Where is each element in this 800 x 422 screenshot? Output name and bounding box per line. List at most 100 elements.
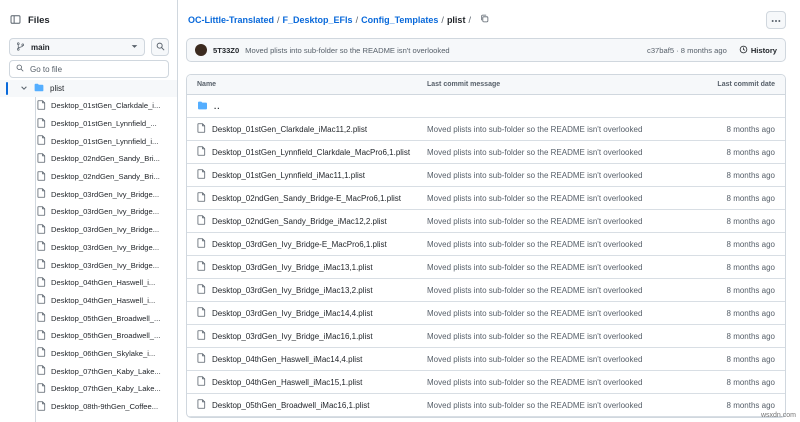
- tree-file-item[interactable]: Desktop_07thGen_Kaby_Lake...: [0, 362, 177, 380]
- commit-date: 8 months ago: [726, 193, 775, 203]
- tree-file-label: Desktop_05thGen_Broadwell_...: [51, 331, 161, 341]
- file-name-link[interactable]: Desktop_01stGen_Lynnfield_Clarkdale_MacP…: [212, 148, 410, 157]
- commit-meta[interactable]: c37baf5 · 8 months ago: [647, 46, 727, 55]
- file-name-link[interactable]: Desktop_03rdGen_Ivy_Bridge_iMac14,4.plis…: [212, 309, 373, 318]
- file-icon: [37, 294, 46, 306]
- breadcrumb-separator: /: [277, 14, 280, 25]
- commit-message-link[interactable]: Moved plists into sub-folder so the READ…: [427, 125, 677, 134]
- avatar[interactable]: [195, 44, 207, 56]
- file-name-link[interactable]: Desktop_02ndGen_Sandy_Bridge_iMac12,2.pl…: [212, 217, 387, 226]
- main-content: OC-Little-Translated / F_Desktop_EFIs / …: [186, 0, 800, 422]
- latest-commit-bar: 5T33Z0 Moved plists into sub-folder so t…: [186, 38, 786, 62]
- table-row[interactable]: Desktop_03rdGen_Ivy_Bridge_iMac13,1.plis…: [187, 256, 785, 279]
- breadcrumb-separator: /: [355, 14, 359, 25]
- tree-file-item[interactable]: Desktop_02ndGen_Sandy_Bri...: [0, 168, 177, 186]
- file-name-link[interactable]: Desktop_05thGen_Broadwell_iMac16,1.plist: [212, 401, 369, 410]
- file-name-link[interactable]: Desktop_03rdGen_Ivy_Bridge_iMac16,1.plis…: [212, 332, 373, 341]
- tree-file-item[interactable]: Desktop_06thGen_Skylake_i...: [0, 345, 177, 363]
- file-icon: [37, 400, 46, 413]
- git-branch-icon: [16, 41, 25, 53]
- tree-folder-plist[interactable]: plist: [0, 80, 177, 97]
- table-row[interactable]: Desktop_05thGen_Broadwell_iMac16,1.plist…: [187, 394, 785, 417]
- tree-file-item[interactable]: Desktop_01stGen_Lynnfield_...: [0, 115, 177, 133]
- tree-file-item[interactable]: Desktop_05thGen_Broadwell_...: [0, 327, 177, 345]
- commit-message-link[interactable]: Moved plists into sub-folder so the READ…: [427, 240, 677, 249]
- chevron-down-icon[interactable]: [20, 84, 28, 94]
- tree-file-item[interactable]: Desktop_01stGen_Lynnfield_i...: [0, 132, 177, 150]
- go-to-file-input[interactable]: Go to file: [9, 60, 169, 78]
- file-name-cell: Desktop_03rdGen_Ivy_Bridge_iMac13,2.plis…: [187, 284, 427, 296]
- sidebar-toggle-icon[interactable]: [10, 14, 21, 27]
- search-button[interactable]: [151, 38, 169, 56]
- folder-icon: [197, 101, 208, 112]
- table-row[interactable]: Desktop_03rdGen_Ivy_Bridge_iMac14,4.plis…: [187, 302, 785, 325]
- commit-message-link[interactable]: Moved plists into sub-folder so the READ…: [427, 401, 677, 410]
- file-name-link[interactable]: Desktop_03rdGen_Ivy_Bridge_iMac13,1.plis…: [212, 263, 373, 272]
- file-icon: [37, 241, 46, 253]
- file-name-link[interactable]: Desktop_02ndGen_Sandy_Bridge-E_MacPro6,1…: [212, 194, 401, 203]
- tree-file-item[interactable]: Desktop_03rdGen_Ivy_Bridge...: [0, 203, 177, 221]
- more-options-button[interactable]: [766, 11, 786, 29]
- table-row[interactable]: Desktop_04thGen_Haswell_iMac14,4.plist Mo…: [187, 348, 785, 371]
- commit-message-link[interactable]: Moved plists into sub-folder so the READ…: [427, 217, 677, 226]
- tree-file-label: Desktop_05thGen_Broadwell_...: [51, 313, 161, 323]
- branch-selector[interactable]: main: [9, 38, 145, 56]
- tree-file-item[interactable]: Desktop_03rdGen_Ivy_Bridge...: [0, 185, 177, 203]
- commit-author[interactable]: 5T33Z0: [213, 46, 239, 55]
- file-name-link[interactable]: Desktop_01stGen_Clarkdale_iMac11,2.plist: [212, 125, 367, 134]
- commit-message-link[interactable]: Moved plists into sub-folder so the READ…: [427, 378, 677, 387]
- tree-file-item[interactable]: Desktop_03rdGen_Ivy_Bridge...: [0, 239, 177, 257]
- commit-message-link[interactable]: Moved plists into sub-folder so the READ…: [427, 194, 677, 203]
- tree-file-item[interactable]: Desktop_08th-9thGen_Coffee...: [0, 398, 177, 416]
- commit-message-link[interactable]: Moved plists into sub-folder so the READ…: [427, 355, 677, 364]
- table-row[interactable]: Desktop_01stGen_Lynnfield_Clarkdale_MacP…: [187, 141, 785, 164]
- table-row[interactable]: Desktop_02ndGen_Sandy_Bridge_iMac12,2.pl…: [187, 210, 785, 233]
- table-row[interactable]: Desktop_01stGen_Clarkdale_iMac11,2.plist…: [187, 118, 785, 141]
- file-name-link[interactable]: Desktop_04thGen_Haswell_iMac15,1.plist: [212, 378, 362, 387]
- copy-icon[interactable]: [480, 14, 489, 25]
- tree-file-item[interactable]: Desktop_01stGen_Clarkdale_i...: [0, 97, 177, 115]
- header-message: Last commit message: [427, 81, 501, 88]
- file-icon: [37, 383, 46, 395]
- parent-directory-link[interactable]: ..: [214, 102, 220, 111]
- tree-file-item[interactable]: Desktop_03rdGen_Ivy_Bridge...: [0, 221, 177, 239]
- file-rows: Desktop_01stGen_Clarkdale_iMac11,2.plist…: [187, 118, 785, 417]
- commit-message-link[interactable]: Moved plists into sub-folder so the READ…: [427, 309, 677, 318]
- tree-file-item[interactable]: Desktop_04thGen_Haswell_i...: [0, 274, 177, 292]
- commit-message-link[interactable]: Moved plists into sub-folder so the READ…: [427, 263, 677, 272]
- breadcrumb-link-config-templates[interactable]: Config_Templates: [361, 15, 438, 25]
- tree-file-item[interactable]: Desktop_05thGen_Broadwell_...: [0, 309, 177, 327]
- file-name-cell: Desktop_05thGen_Broadwell_iMac16,1.plist: [187, 399, 427, 411]
- table-row[interactable]: Desktop_03rdGen_Ivy_Bridge-E_MacPro6,1.p…: [187, 233, 785, 256]
- table-row[interactable]: Desktop_04thGen_Haswell_iMac15,1.plist Mo…: [187, 371, 785, 394]
- table-row[interactable]: Desktop_03rdGen_Ivy_Bridge_iMac16,1.plis…: [187, 325, 785, 348]
- tree-file-item[interactable]: Desktop_02ndGen_Sandy_Bri...: [0, 150, 177, 168]
- commit-message-link[interactable]: Moved plists into sub-folder so the READ…: [427, 171, 677, 180]
- file-name-cell: Desktop_02ndGen_Sandy_Bridge-E_MacPro6,1…: [187, 192, 427, 204]
- file-name-link[interactable]: Desktop_04thGen_Haswell_iMac14,4.plist: [212, 355, 362, 364]
- file-name-link[interactable]: Desktop_03rdGen_Ivy_Bridge-E_MacPro6,1.p…: [212, 240, 387, 249]
- table-row[interactable]: Desktop_02ndGen_Sandy_Bridge-E_MacPro6,1…: [187, 187, 785, 210]
- table-row[interactable]: Desktop_01stGen_Lynnfield_iMac11,1.plist…: [187, 164, 785, 187]
- breadcrumb-link-desktop-efis[interactable]: F_Desktop_EFIs: [283, 15, 353, 25]
- breadcrumb-repo-link[interactable]: OC-Little-Translated: [188, 15, 274, 25]
- history-label: History: [750, 45, 777, 55]
- history-button[interactable]: History: [739, 45, 777, 56]
- file-icon: [197, 123, 206, 135]
- parent-directory-row[interactable]: ..: [187, 95, 785, 118]
- commit-date: 8 months ago: [726, 331, 775, 341]
- tree-file-item[interactable]: Desktop_04thGen_Haswell_i...: [0, 292, 177, 310]
- commit-message-link[interactable]: Moved plists into sub-folder so the READ…: [427, 332, 677, 341]
- file-name-cell: Desktop_01stGen_Clarkdale_iMac11,2.plist: [187, 123, 427, 135]
- file-name-link[interactable]: Desktop_03rdGen_Ivy_Bridge_iMac13,2.plis…: [212, 286, 373, 295]
- tree-file-item[interactable]: Desktop_03rdGen_Ivy_Bridge...: [0, 256, 177, 274]
- tree-file-item[interactable]: Desktop_07thGen_Kaby_Lake...: [0, 380, 177, 398]
- table-row[interactable]: Desktop_03rdGen_Ivy_Bridge_iMac13,2.plis…: [187, 279, 785, 302]
- parent-directory-cell: ..: [187, 101, 427, 112]
- commit-message[interactable]: Moved plists into sub-folder so the READ…: [245, 46, 449, 55]
- commit-message-link[interactable]: Moved plists into sub-folder so the READ…: [427, 148, 677, 157]
- chevron-down-icon: [131, 43, 138, 52]
- file-name-link[interactable]: Desktop_01stGen_Lynnfield_iMac11,1.plist: [212, 171, 365, 180]
- file-icon: [37, 135, 46, 147]
- commit-message-link[interactable]: Moved plists into sub-folder so the READ…: [427, 286, 677, 295]
